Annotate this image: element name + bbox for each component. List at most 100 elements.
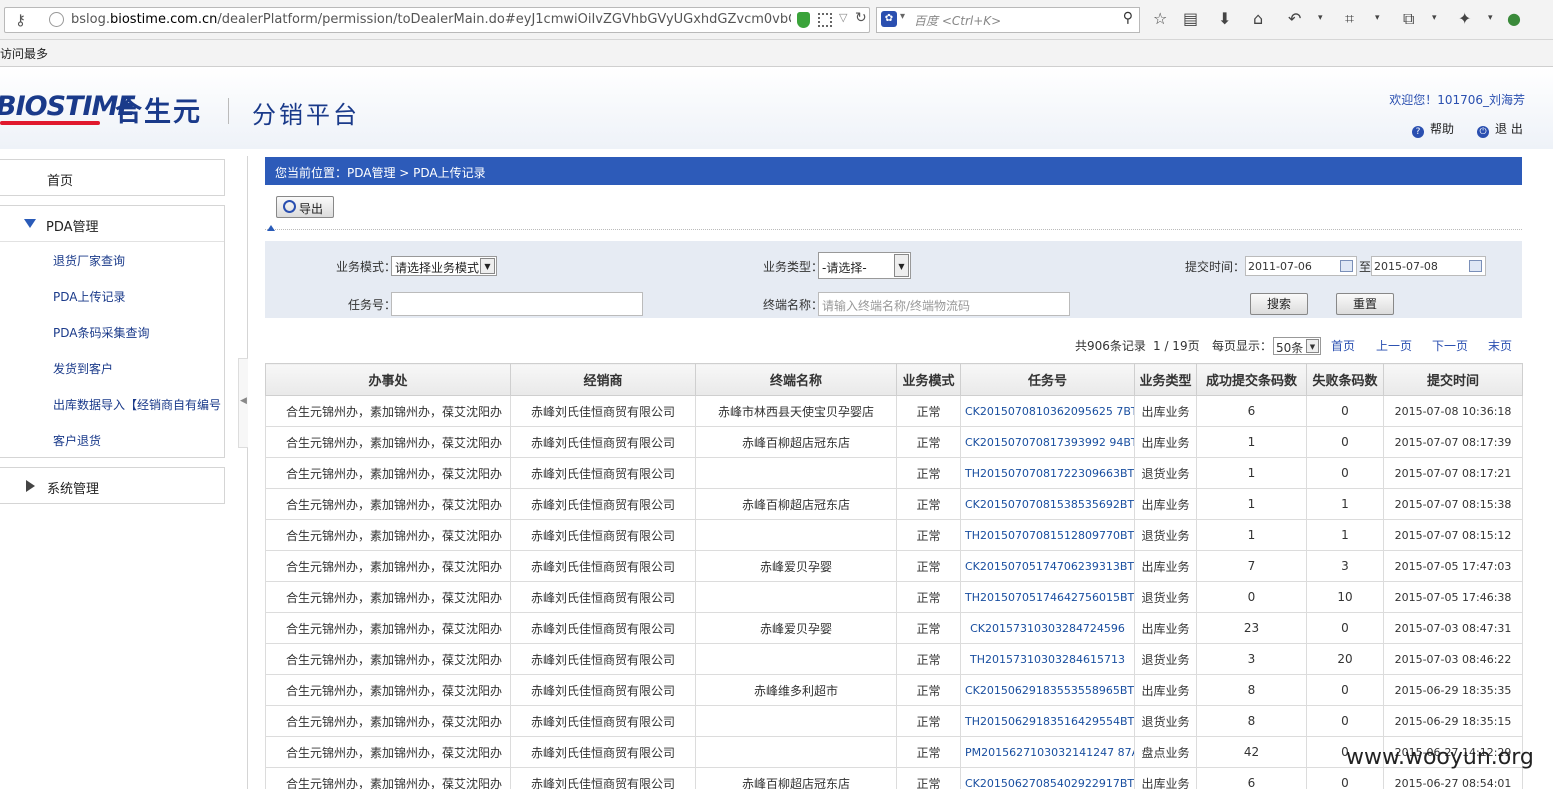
page-size-select[interactable]: 50条 ▼	[1273, 337, 1321, 355]
col-failed[interactable]: 失败条码数	[1306, 363, 1384, 396]
table-row[interactable]: 合生元锦州办，素加锦州办，葆艾沈阳办 赤峰刘氏佳恒商贸有限公司 赤峰爱贝孕婴 正常 CK…	[265, 612, 1523, 644]
type-select[interactable]: -请选择- ▼	[818, 252, 911, 279]
chevron-down-icon[interactable]: ▾	[1375, 13, 1380, 23]
table-cell[interactable]: TH20150705174642756015BT	[960, 581, 1135, 613]
star-icon[interactable]: ☆	[1153, 9, 1167, 28]
sidebar-item-home[interactable]: 首页	[0, 159, 225, 196]
table-cell: 赤峰刘氏佳恒商贸有限公司	[510, 519, 696, 551]
chevron-down-icon[interactable]: ▾	[1318, 13, 1323, 23]
table-cell[interactable]: TH20157310303284615713	[960, 643, 1135, 675]
table-row[interactable]: 合生元锦州办，素加锦州办，葆艾沈阳办 赤峰刘氏佳恒商贸有限公司 正常 TH201573…	[265, 643, 1523, 675]
table-cell: 合生元锦州办，素加锦州办，葆艾沈阳办	[265, 457, 511, 489]
baidu-paw-icon[interactable]: ✿	[881, 11, 897, 27]
col-mode[interactable]: 业务模式	[896, 363, 961, 396]
table-cell[interactable]: PM2015627103032141247 87A	[960, 736, 1135, 768]
logout-link[interactable]: ⏻ 退 出	[1477, 120, 1523, 138]
table-row[interactable]: 合生元锦州办，素加锦州办，葆艾沈阳办 赤峰刘氏佳恒商贸有限公司 赤峰百柳超店冠东店正…	[265, 426, 1523, 458]
home-icon[interactable]: ⌂	[1253, 9, 1263, 28]
col-office[interactable]: 办事处	[265, 363, 511, 396]
table-cell[interactable]: CK201507070817393992 94BT	[960, 426, 1135, 458]
table-row[interactable]: 合生元锦州办，素加锦州办，葆艾沈阳办 赤峰刘氏佳恒商贸有限公司 正常 TH201506…	[265, 705, 1523, 737]
sidebar-item-return-vendor[interactable]: 退货厂家查询	[53, 252, 125, 269]
sidebar-item-ship-customer[interactable]: 发货到客户	[53, 360, 113, 377]
table-row[interactable]: 合生元锦州办，素加锦州办，葆艾沈阳办 赤峰刘氏佳恒商贸有限公司 正常 TH201507…	[265, 519, 1523, 551]
filter-panel: 业务模式： 请选择业务模式 ▼ 业务类型： -请选择- ▼ 提交时间： 2011…	[265, 241, 1522, 318]
next-page-link[interactable]: 下一页	[1432, 337, 1468, 354]
table-cell[interactable]: CK20150707081538535692BT	[960, 488, 1135, 520]
sidebar-item-outbound-import[interactable]: 出库数据导入【经销商自有编号	[53, 396, 221, 413]
browser-search-box[interactable]: ✿ ▾ 百度 <Ctrl+K> ⚲	[876, 7, 1140, 33]
last-page-link[interactable]: 末页	[1488, 337, 1512, 354]
col-terminal[interactable]: 终端名称	[695, 363, 897, 396]
sidebar-group-pda-header[interactable]: PDA管理	[0, 206, 224, 242]
undo-icon[interactable]: ↶	[1288, 9, 1301, 28]
collapse-up-icon[interactable]	[267, 225, 275, 231]
download-icon[interactable]: ⬇	[1218, 9, 1231, 28]
table-row[interactable]: 合生元锦州办，素加锦州办，葆艾沈阳办 赤峰刘氏佳恒商贸有限公司 正常 PM201562…	[265, 736, 1523, 768]
table-cell[interactable]: CK2015070810362095625 7BT	[960, 395, 1135, 427]
col-time[interactable]: 提交时间	[1383, 363, 1523, 396]
table-cell[interactable]: CK20150705174706239313BT	[960, 550, 1135, 582]
key-icon[interactable]: ⚷	[15, 11, 26, 29]
table-row[interactable]: 合生元锦州办，素加锦州办，葆艾沈阳办 赤峰刘氏佳恒商贸有限公司 正常 TH201507…	[265, 457, 1523, 489]
table-cell[interactable]: TH20150629183516429554BT	[960, 705, 1135, 737]
export-button[interactable]: 导出	[276, 196, 334, 218]
sidebar-item-pda-upload[interactable]: PDA上传记录	[53, 288, 125, 305]
chevron-down-icon[interactable]: ▽	[839, 11, 847, 24]
table-row[interactable]: 合生元锦州办，素加锦州办，葆艾沈阳办 赤峰刘氏佳恒商贸有限公司 赤峰维多利超市 正常 C…	[265, 674, 1523, 706]
extension-icon[interactable]: ✦	[1458, 9, 1471, 28]
table-row[interactable]: 合生元锦州办，素加锦州办，葆艾沈阳办 赤峰刘氏佳恒商贸有限公司 赤峰爱贝孕婴 正常 CK…	[265, 550, 1523, 582]
table-cell: 2015-07-07 08:17:39	[1383, 426, 1523, 458]
table-cell: 合生元锦州办，素加锦州办，葆艾沈阳办	[265, 612, 511, 644]
table-row[interactable]: 合生元锦州办，素加锦州办，葆艾沈阳办 赤峰刘氏佳恒商贸有限公司 赤峰百柳超店冠东店正…	[265, 767, 1523, 789]
table-cell[interactable]: TH20150707081512809770BT	[960, 519, 1135, 551]
sidebar-item-pda-barcode[interactable]: PDA条码采集查询	[53, 324, 149, 341]
col-success[interactable]: 成功提交条码数	[1196, 363, 1307, 396]
qr-code-icon[interactable]	[818, 13, 832, 27]
bookmark-most-visited[interactable]: 访问最多	[0, 45, 48, 62]
calendar-icon[interactable]	[1340, 260, 1353, 272]
device-icon[interactable]: ⧉	[1403, 9, 1414, 29]
reload-icon[interactable]: ↻	[855, 10, 867, 26]
help-link[interactable]: ? 帮助	[1412, 120, 1454, 138]
table-cell[interactable]: TH20150707081722309663BT	[960, 457, 1135, 489]
table-cell: 合生元锦州办，素加锦州办，葆艾沈阳办	[265, 550, 511, 582]
terminal-input[interactable]: 请输入终端名称/终端物流码	[818, 292, 1070, 316]
chevron-down-icon[interactable]: ▾	[900, 11, 905, 22]
table-cell: 出库业务	[1134, 395, 1197, 427]
table-cell[interactable]: CK20157310303284724596	[960, 612, 1135, 644]
search-button[interactable]: 搜索	[1250, 293, 1308, 315]
sidebar-collapse-handle[interactable]: ◀	[238, 358, 248, 448]
table-row[interactable]: 合生元锦州办，素加锦州办，葆艾沈阳办 赤峰刘氏佳恒商贸有限公司 正常 TH201507…	[265, 581, 1523, 613]
first-page-link[interactable]: 首页	[1331, 337, 1355, 354]
crop-icon[interactable]: ⌗	[1345, 9, 1354, 29]
table-cell	[695, 643, 897, 675]
reading-list-icon[interactable]: ▤	[1183, 9, 1198, 28]
date-to-input[interactable]: 2015-07-08	[1371, 256, 1486, 276]
date-from-input[interactable]: 2011-07-06	[1245, 256, 1357, 276]
table-row[interactable]: 合生元锦州办，素加锦州办，葆艾沈阳办 赤峰刘氏佳恒商贸有限公司 赤峰百柳超店冠东店正…	[265, 488, 1523, 520]
reset-button[interactable]: 重置	[1336, 293, 1394, 315]
table-cell: 赤峰刘氏佳恒商贸有限公司	[510, 426, 696, 458]
col-type[interactable]: 业务类型	[1134, 363, 1197, 396]
col-task[interactable]: 任务号	[960, 363, 1135, 396]
search-icon[interactable]: ⚲	[1123, 10, 1133, 26]
task-input[interactable]	[391, 292, 643, 316]
mode-select[interactable]: 请选择业务模式 ▼	[391, 256, 497, 276]
table-row[interactable]: 合生元锦州办，素加锦州办，葆艾沈阳办 赤峰刘氏佳恒商贸有限公司 赤峰市林西县天使宝贝…	[265, 395, 1523, 427]
table-cell[interactable]: CK20150629183553558965BT	[960, 674, 1135, 706]
sidebar-group-system[interactable]: 系统管理	[0, 467, 225, 504]
table-cell[interactable]: CK20150627085402922917BT	[960, 767, 1135, 789]
addon-icon[interactable]: ●	[1507, 9, 1521, 28]
chevron-down-icon[interactable]: ▾	[1432, 13, 1437, 23]
chevron-down-icon[interactable]: ▾	[1488, 13, 1493, 23]
shield-icon[interactable]	[797, 12, 810, 28]
sidebar-item-customer-return[interactable]: 客户退货	[53, 432, 101, 449]
col-dealer[interactable]: 经销商	[510, 363, 696, 396]
prev-page-link[interactable]: 上一页	[1376, 337, 1412, 354]
table-cell: 0	[1306, 674, 1384, 706]
url-text[interactable]: bslog.biostime.com.cn/dealerPlatform/per…	[71, 12, 791, 27]
table-cell: 出库业务	[1134, 488, 1197, 520]
address-bar[interactable]: ⚷ bslog.biostime.com.cn/dealerPlatform/p…	[4, 7, 870, 33]
calendar-icon[interactable]	[1469, 260, 1482, 272]
